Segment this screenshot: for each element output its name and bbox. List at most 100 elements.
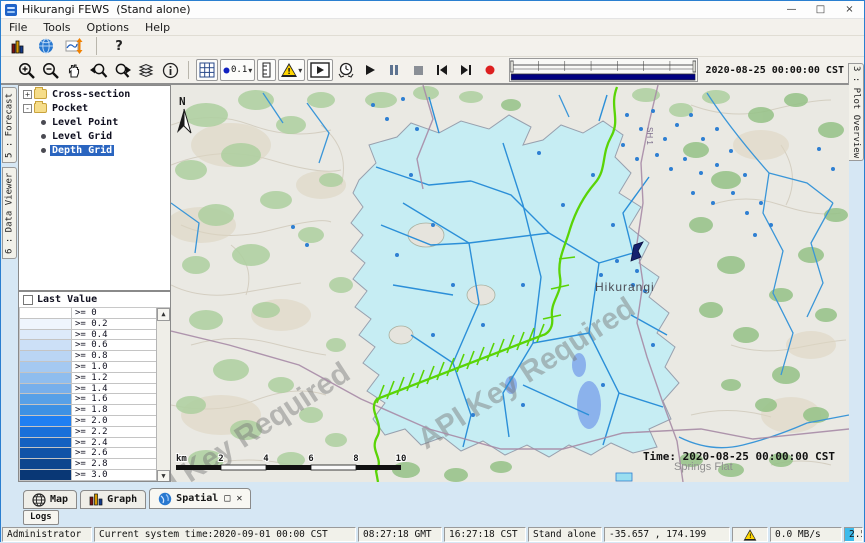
stop-icon[interactable] bbox=[407, 59, 429, 81]
longitudinal-profile-icon[interactable] bbox=[63, 35, 85, 57]
tab-forecast[interactable]: 5 : Forecast bbox=[2, 87, 17, 163]
thresholds-warning-dropdown[interactable]: ! ▾ bbox=[278, 59, 305, 81]
menu-help[interactable]: Help bbox=[137, 20, 178, 35]
scale-bar-button[interactable] bbox=[257, 59, 276, 81]
legend-row[interactable]: >= 0.4 bbox=[20, 330, 156, 341]
threshold-dropdown-button[interactable]: 0.1 ▾ bbox=[220, 59, 255, 81]
map-toolbar: 0.1 ▾ ! ▾ bbox=[1, 57, 864, 85]
tree-item-cross-section[interactable]: + Cross-section bbox=[19, 88, 170, 100]
legend-row[interactable]: >= 1.4 bbox=[20, 384, 156, 395]
tab-data-viewer[interactable]: 6 : Data Viewer bbox=[2, 167, 17, 259]
tree-item-depth-grid[interactable]: Depth Grid bbox=[19, 144, 170, 156]
menu-tools[interactable]: Tools bbox=[35, 20, 78, 35]
legend-row[interactable]: >= 0.2 bbox=[20, 319, 156, 330]
legend-scrollbar[interactable]: ▲ ▼ bbox=[156, 308, 170, 482]
zoom-next-icon[interactable] bbox=[111, 59, 133, 81]
animation-export-button[interactable] bbox=[307, 59, 333, 81]
grid-display-globe-icon[interactable] bbox=[35, 35, 57, 57]
minimize-button[interactable]: — bbox=[777, 1, 806, 18]
expand-plus-icon[interactable]: + bbox=[23, 90, 32, 99]
skip-to-start-icon[interactable] bbox=[431, 59, 453, 81]
logs-button[interactable]: Logs bbox=[23, 510, 59, 525]
svg-text:2: 2 bbox=[218, 454, 223, 464]
help-button[interactable]: ? bbox=[108, 35, 130, 57]
legend-row[interactable]: >= 3.0 bbox=[20, 470, 156, 481]
grid-layer-button[interactable] bbox=[196, 59, 218, 81]
tab-spatial[interactable]: Spatial □ ✕ bbox=[149, 488, 251, 509]
pan-hand-icon[interactable] bbox=[63, 59, 85, 81]
legend-row[interactable]: >= 3.2 bbox=[20, 481, 156, 482]
tab-close-icon[interactable]: ✕ bbox=[236, 493, 242, 504]
legend-row[interactable]: >= 2.6 bbox=[20, 448, 156, 459]
legend-row[interactable]: >= 2.0 bbox=[20, 416, 156, 427]
threshold-dot-icon bbox=[223, 67, 230, 74]
animation-timer-icon[interactable] bbox=[335, 59, 357, 81]
zoom-in-icon[interactable] bbox=[15, 59, 37, 81]
legend-swatch bbox=[20, 384, 72, 394]
maximize-button[interactable]: □ bbox=[806, 1, 835, 18]
status-time-gmt: 08:27:18 GMT bbox=[358, 527, 442, 542]
legend-swatch bbox=[20, 416, 72, 426]
layers-icon[interactable] bbox=[135, 59, 157, 81]
collapse-minus-icon[interactable]: - bbox=[23, 104, 32, 113]
legend-row[interactable]: >= 1.8 bbox=[20, 405, 156, 416]
map-canvas[interactable]: API Key Required API Key Required bbox=[171, 85, 849, 482]
svg-text:10: 10 bbox=[396, 454, 407, 464]
legend-row[interactable]: >= 2.2 bbox=[20, 427, 156, 438]
scroll-down-icon[interactable]: ▼ bbox=[157, 470, 170, 482]
last-value-label: Last Value bbox=[37, 294, 97, 305]
pause-icon[interactable] bbox=[383, 59, 405, 81]
last-value-checkbox[interactable] bbox=[23, 295, 33, 305]
svg-text:6: 6 bbox=[308, 454, 313, 464]
legend-swatch bbox=[20, 362, 72, 372]
tree-item-level-point[interactable]: Level Point bbox=[19, 116, 170, 128]
tab-map[interactable]: Map bbox=[23, 490, 77, 509]
tab-graph[interactable]: Graph bbox=[80, 490, 146, 509]
pond-patch bbox=[616, 473, 632, 481]
legend-swatch bbox=[20, 481, 72, 482]
scalar-data-icon[interactable] bbox=[7, 35, 29, 57]
legend-row[interactable]: >= 1.0 bbox=[20, 362, 156, 373]
zoom-previous-icon[interactable] bbox=[87, 59, 109, 81]
menu-options[interactable]: Options bbox=[79, 20, 137, 35]
legend-row[interactable]: >= 1.6 bbox=[20, 394, 156, 405]
status-time-cst: 16:27:18 CST bbox=[444, 527, 526, 542]
legend-row[interactable]: >= 2.4 bbox=[20, 438, 156, 449]
legend-swatch bbox=[20, 351, 72, 361]
legend-swatch bbox=[20, 330, 72, 340]
record-icon[interactable] bbox=[479, 59, 501, 81]
legend-swatch bbox=[20, 319, 72, 329]
svg-text:km: km bbox=[176, 454, 187, 464]
legend-row[interactable]: >= 0.8 bbox=[20, 351, 156, 362]
scroll-up-icon[interactable]: ▲ bbox=[157, 308, 170, 321]
status-warning-cell[interactable]: ! bbox=[732, 527, 768, 542]
tree-item-pocket[interactable]: - Pocket bbox=[19, 102, 170, 114]
application-window: Hikurangi FEWS (Stand alone) — □ × File … bbox=[0, 0, 865, 542]
folder-icon bbox=[34, 89, 47, 99]
legend-row[interactable]: >= 1.2 bbox=[20, 373, 156, 384]
legend-swatch bbox=[20, 405, 72, 415]
tab-plot-overview[interactable]: 3 : Plot Overview bbox=[848, 63, 864, 161]
legend-row[interactable]: >= 0 bbox=[20, 308, 156, 319]
filter-tree-panel: + Cross-section - Pocket Level Point Lev… bbox=[18, 85, 171, 291]
timeline-slider[interactable] bbox=[509, 58, 697, 82]
legend-row[interactable]: >= 2.8 bbox=[20, 459, 156, 470]
tab-maximize-icon[interactable]: □ bbox=[224, 493, 230, 504]
menu-bar: File Tools Options Help bbox=[1, 19, 864, 36]
toolbar-separator bbox=[188, 61, 189, 79]
menu-file[interactable]: File bbox=[1, 20, 35, 35]
legend-row[interactable]: >= 0.6 bbox=[20, 340, 156, 351]
legend-swatch bbox=[20, 470, 72, 480]
zoom-out-icon[interactable] bbox=[39, 59, 61, 81]
warning-triangle-icon: ! bbox=[281, 63, 297, 77]
close-button[interactable]: × bbox=[835, 1, 864, 18]
tree-item-level-grid[interactable]: Level Grid bbox=[19, 130, 170, 142]
threshold-value: 0.1 bbox=[231, 65, 247, 75]
status-system-time: Current system time:2020-09-01 00:00 CST bbox=[94, 527, 356, 542]
title-bar: Hikurangi FEWS (Stand alone) — □ × bbox=[1, 1, 864, 19]
legend-swatch bbox=[20, 427, 72, 437]
play-icon[interactable] bbox=[359, 59, 381, 81]
info-icon[interactable] bbox=[159, 59, 181, 81]
legend-swatch bbox=[20, 459, 72, 469]
skip-to-end-icon[interactable] bbox=[455, 59, 477, 81]
